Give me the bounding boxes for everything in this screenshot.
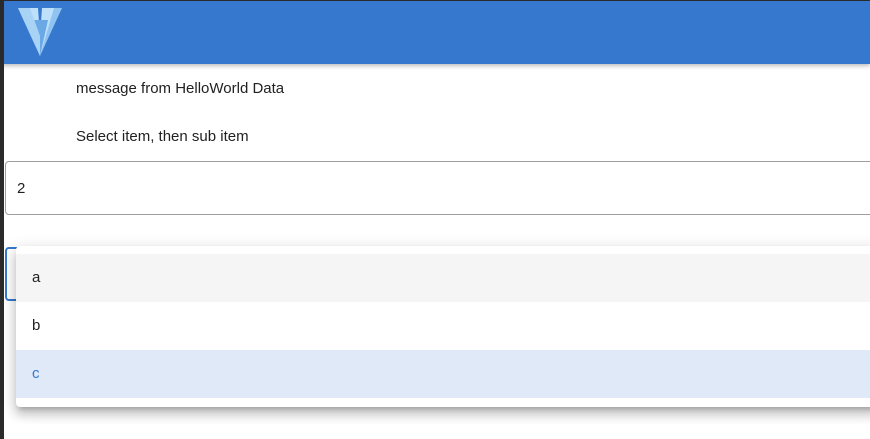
window-left-border (0, 0, 4, 439)
app-bar (0, 0, 870, 64)
subitem-dropdown-menu: a b c (16, 246, 870, 407)
menu-item-label: c (32, 365, 40, 382)
menu-item-label: b (32, 317, 41, 334)
window-top-border (0, 0, 870, 1)
item-select-value: 2 (17, 180, 26, 197)
message-text: message from HelloWorld Data (76, 80, 285, 97)
instruction-text: Select item, then sub item (76, 128, 249, 145)
menu-item-a[interactable]: a (16, 254, 870, 302)
menu-item-label: a (32, 269, 41, 286)
vuetify-logo-icon[interactable] (16, 6, 64, 58)
menu-item-b[interactable]: b (16, 302, 870, 350)
app-window: message from HelloWorld Data Select item… (0, 0, 870, 439)
menu-item-c[interactable]: c (16, 350, 870, 398)
item-select[interactable]: 2 (5, 161, 870, 215)
